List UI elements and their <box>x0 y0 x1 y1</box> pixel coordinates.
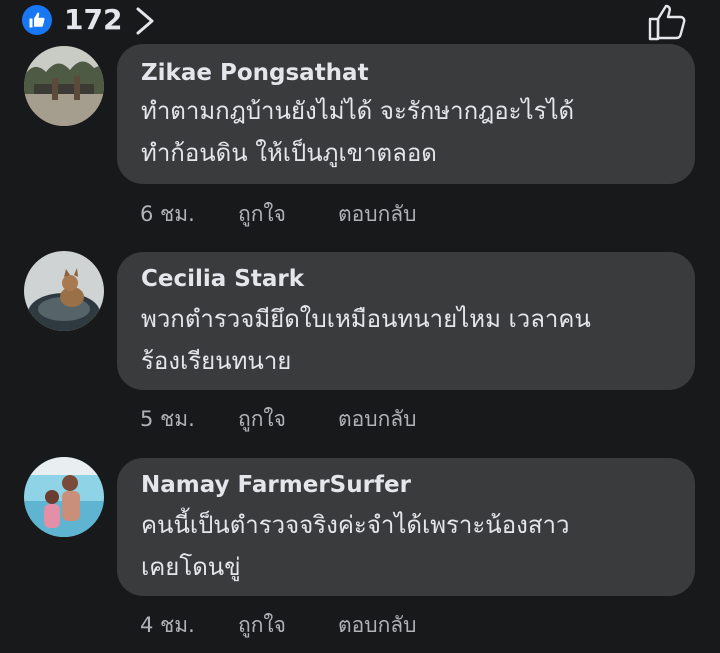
reply-link[interactable]: ตอบกลับ <box>338 609 417 642</box>
comment-timestamp[interactable]: 4 ชม. <box>140 609 195 642</box>
comment-text-line: ร้องเรียนทนาย <box>141 347 292 375</box>
comment-text-line: พวกตำรวจมียึดใบเหมือนทนายไหม เวลาคน <box>141 305 591 333</box>
like-link[interactable]: ถูกใจ <box>238 198 286 231</box>
thumbs-up-icon[interactable] <box>22 5 52 35</box>
comment-text: พวกตำรวจมียึดใบเหมือนทนายไหม เวลาคน ร้อง… <box>141 298 681 382</box>
comment-bubble: Zikae Pongsathat ทำตามกฎบ้านยังไม่ได้ จะ… <box>117 44 695 184</box>
comment-bubble: Namay FarmerSurfer คนนี้เป็นตำรวจจริงค่ะ… <box>117 458 695 596</box>
comment-timestamp[interactable]: 5 ชม. <box>140 403 195 436</box>
reactions-bar: 172 <box>0 0 720 44</box>
like-link[interactable]: ถูกใจ <box>238 609 286 642</box>
comment-text-line: ทำตามกฎบ้านยังไม่ได้ จะรักษากฎอะไรได้ <box>141 97 575 125</box>
avatar[interactable] <box>24 251 104 331</box>
comment-text-line: คนนี้เป็นตำรวจจริงค่ะจำได้เพราะน้องสาว <box>141 511 570 539</box>
comment-author[interactable]: Zikae Pongsathat <box>141 60 369 86</box>
avatar[interactable] <box>24 457 104 537</box>
comment-author[interactable]: Namay FarmerSurfer <box>141 472 411 498</box>
comment-author[interactable]: Cecilia Stark <box>141 266 304 292</box>
comment-text-line: ทำก้อนดิน ให้เป็นภูเขาตลอด <box>141 139 437 167</box>
comment-bubble: Cecilia Stark พวกตำรวจมียึดใบเหมือนทนายไ… <box>117 252 695 390</box>
reply-link[interactable]: ตอบกลับ <box>338 198 417 231</box>
comment-timestamp[interactable]: 6 ชม. <box>140 198 195 231</box>
chevron-right-icon[interactable] <box>132 6 158 36</box>
reaction-count[interactable]: 172 <box>64 3 122 37</box>
thumbs-up-outline-icon[interactable] <box>646 2 690 42</box>
reply-link[interactable]: ตอบกลับ <box>338 403 417 436</box>
like-link[interactable]: ถูกใจ <box>238 403 286 436</box>
avatar[interactable] <box>24 46 104 126</box>
comment-text: คนนี้เป็นตำรวจจริงค่ะจำได้เพราะน้องสาว เ… <box>141 504 681 588</box>
comment-text-line: เคยโดนขู่ <box>141 553 241 581</box>
comment-text: ทำตามกฎบ้านยังไม่ได้ จะรักษากฎอะไรได้ ทำ… <box>141 90 681 174</box>
